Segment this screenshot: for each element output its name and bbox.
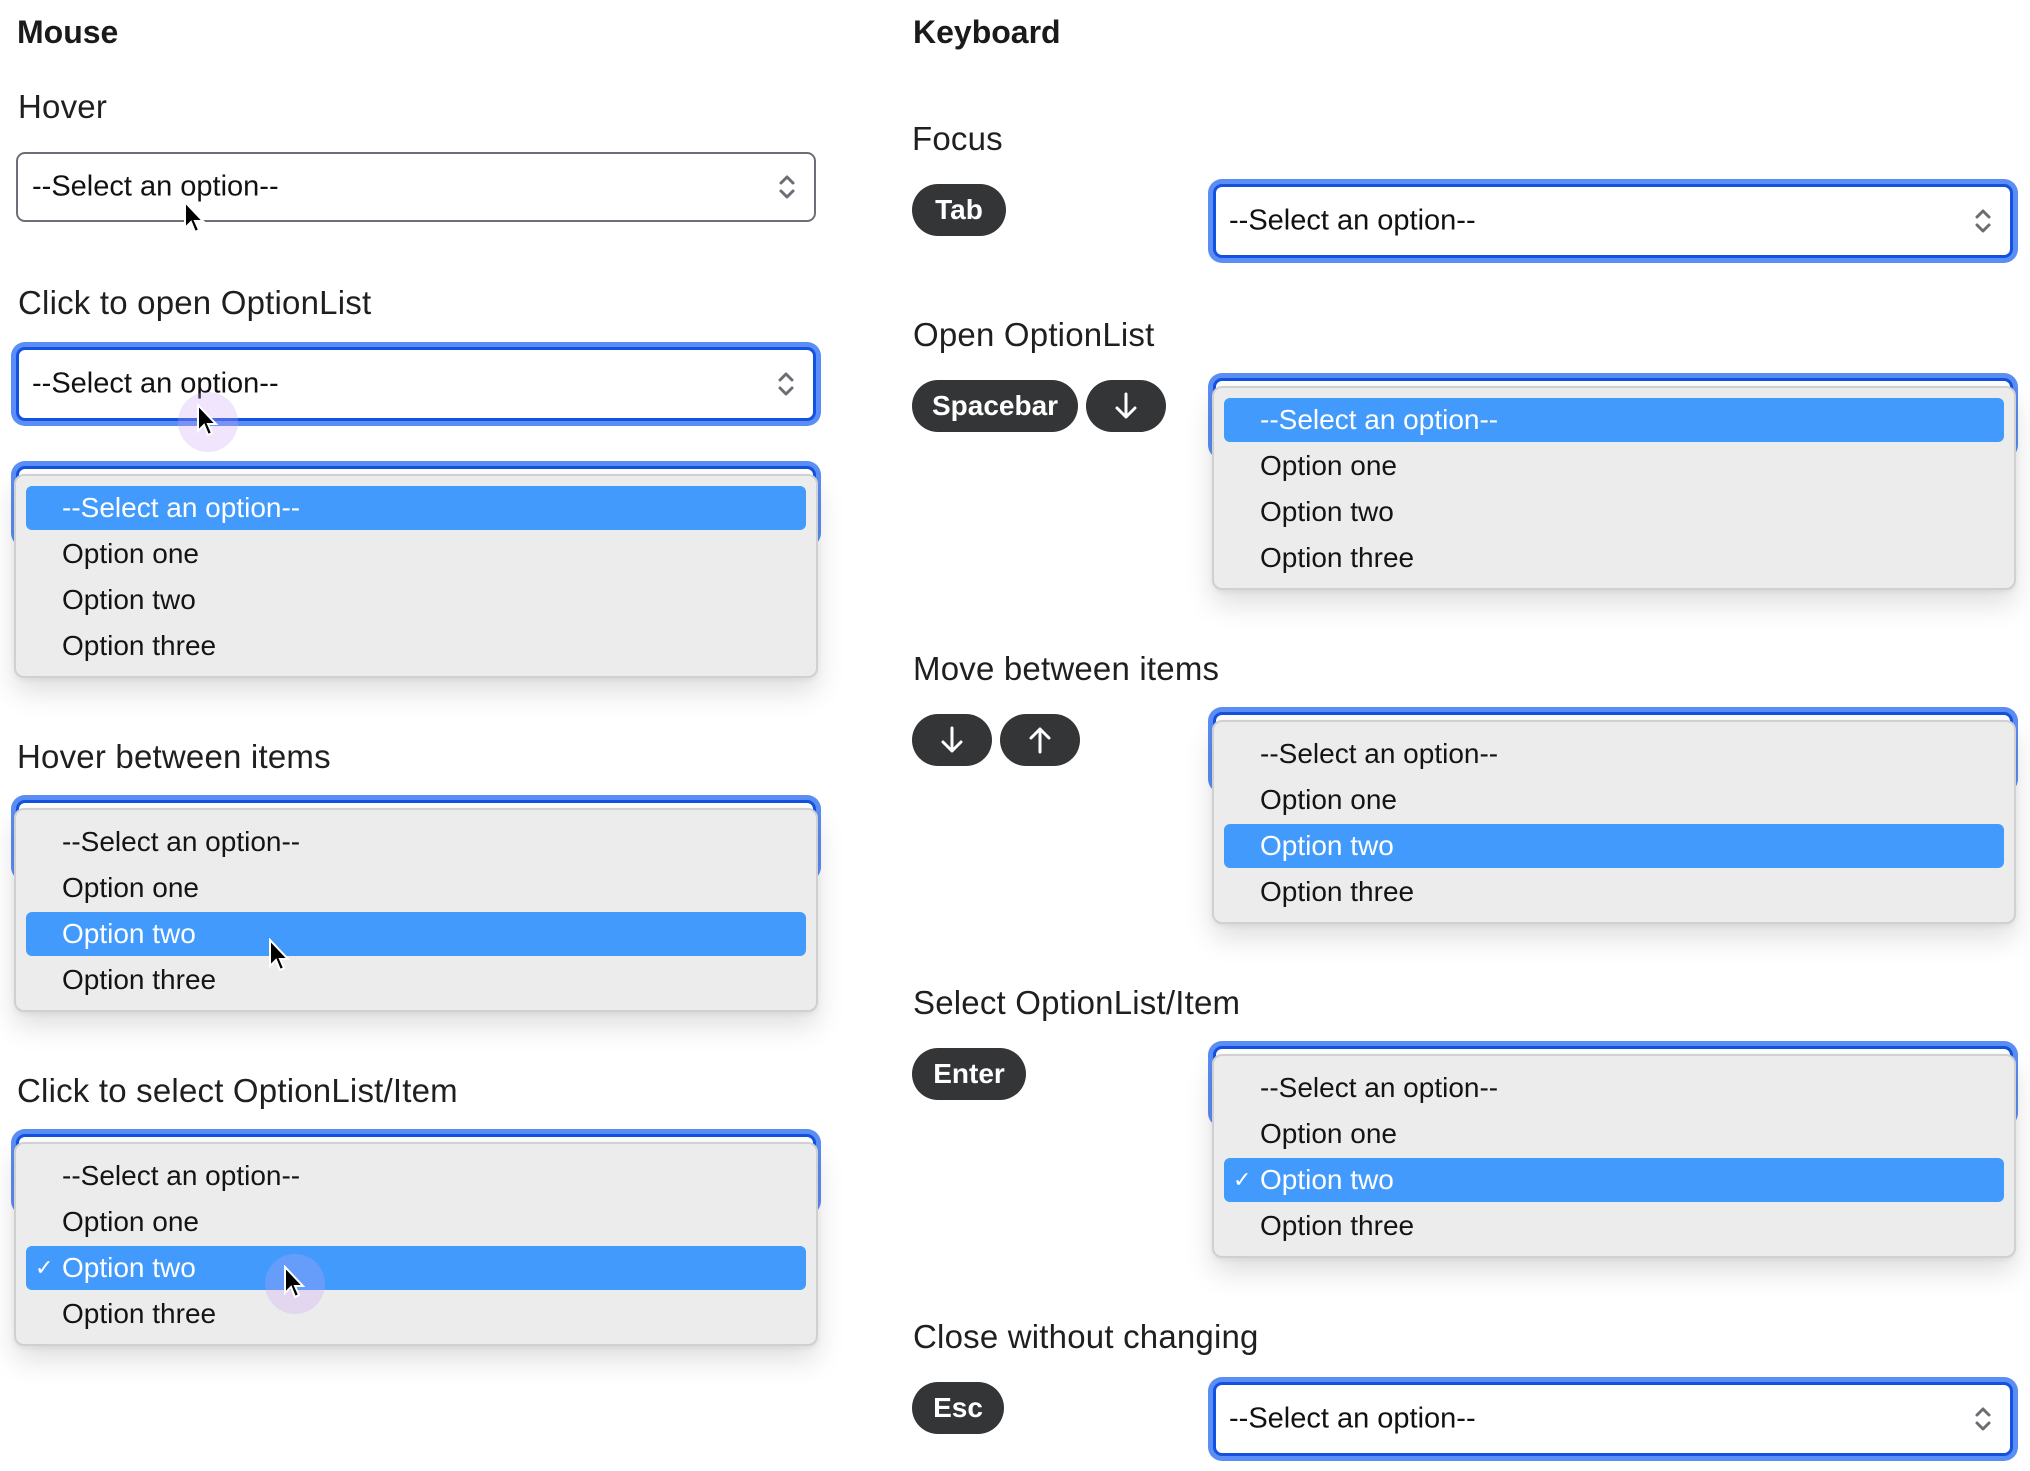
mouse-cursor-icon: [284, 1265, 306, 1299]
chevron-updown-icon: [1975, 209, 1991, 233]
option-label: Option two: [1260, 496, 1394, 527]
move-section-title: Move between items: [913, 650, 1220, 687]
key-arrow-up: [1000, 714, 1080, 766]
option-item[interactable]: --Select an option--: [1224, 732, 2004, 776]
option-label: Option three: [1260, 876, 1415, 907]
option-item[interactable]: --Select an option--: [26, 820, 806, 864]
mouse-column-title: Mouse: [17, 14, 119, 50]
key-enter: Enter: [912, 1048, 1026, 1100]
option-item[interactable]: Option one: [1224, 444, 2004, 488]
option-item[interactable]: Option three: [26, 1292, 806, 1336]
option-label: Option two: [1260, 830, 1394, 861]
option-list: --Select an option-- Option one Option two…: [14, 474, 818, 678]
open-section-title: Open OptionList: [913, 316, 1155, 353]
select-value: --Select an option--: [1229, 204, 1476, 237]
option-label: --Select an option--: [1260, 1072, 1499, 1103]
select-value: --Select an option--: [1229, 1402, 1476, 1435]
option-item[interactable]: Option two: [1224, 824, 2004, 868]
option-label: Option one: [62, 872, 199, 903]
option-label: Option one: [1260, 784, 1397, 815]
option-item[interactable]: Option two: [26, 912, 806, 956]
option-item[interactable]: Option three: [1224, 1204, 2004, 1248]
option-item[interactable]: --Select an option--: [1224, 398, 2004, 442]
option-label: Option two: [62, 1252, 196, 1283]
hover-section-title: Hover: [18, 88, 108, 125]
option-item[interactable]: Option three: [1224, 536, 2004, 580]
focus-section-title: Focus: [912, 120, 1003, 157]
option-list: --Select an option-- Option one ✓ Option tw…: [1212, 1054, 2016, 1258]
option-label: Option one: [1260, 450, 1397, 481]
mouse-cursor-icon: [269, 938, 291, 972]
option-item[interactable]: --Select an option--: [26, 486, 806, 530]
option-item[interactable]: Option two: [1224, 490, 2004, 534]
close-section-title: Close without changing: [913, 1318, 1259, 1355]
key-tab: Tab: [912, 184, 1006, 236]
select-value: --Select an option--: [32, 170, 279, 203]
arrow-down-icon: [941, 726, 963, 753]
option-item[interactable]: ✓ Option two: [1224, 1158, 2004, 1202]
key-spacebar: Spacebar: [912, 380, 1078, 432]
option-item[interactable]: Option two: [26, 578, 806, 622]
keyboard-column-title: Keyboard: [913, 14, 1061, 50]
option-item[interactable]: Option one: [26, 532, 806, 576]
click-select-section-title: Click to select OptionList/Item: [17, 1072, 458, 1109]
option-item[interactable]: ✓ Option two: [26, 1246, 806, 1290]
chevron-updown-icon: [1975, 1407, 1991, 1431]
click-open-section-title: Click to open OptionList: [18, 284, 372, 321]
select-value: --Select an option--: [32, 367, 279, 400]
option-label: Option one: [1260, 1118, 1397, 1149]
option-item[interactable]: Option one: [1224, 778, 2004, 822]
focus-select[interactable]: --Select an option--: [1213, 184, 2013, 258]
option-list: --Select an option-- Option one Option two…: [1212, 720, 2016, 924]
checkmark-icon: ✓: [35, 1255, 54, 1280]
option-list: --Select an option-- Option one ✓ Option tw…: [14, 1142, 818, 1346]
option-item[interactable]: Option one: [26, 1200, 806, 1244]
close-select[interactable]: --Select an option--: [1213, 1382, 2013, 1456]
option-list: --Select an option-- Option one Option two…: [14, 808, 818, 1012]
option-label: --Select an option--: [62, 492, 301, 523]
option-label: Option two: [62, 584, 196, 615]
option-label: Option three: [62, 630, 217, 661]
key-arrow-down: [1086, 380, 1166, 432]
select-section-title: Select OptionList/Item: [913, 984, 1241, 1021]
mouse-cursor-icon: [184, 200, 206, 234]
option-label: --Select an option--: [1260, 404, 1499, 435]
chevron-updown-icon: [779, 175, 795, 199]
hover-select[interactable]: --Select an option--: [16, 152, 816, 222]
option-list: --Select an option-- Option one Option two…: [1212, 386, 2016, 590]
option-item[interactable]: --Select an option--: [1224, 1066, 2004, 1110]
option-label: Option three: [1260, 1210, 1415, 1241]
option-item[interactable]: Option one: [26, 866, 806, 910]
checkmark-icon: ✓: [1233, 1167, 1252, 1192]
option-label: Option three: [62, 964, 217, 995]
option-label: --Select an option--: [1260, 738, 1499, 769]
option-label: --Select an option--: [62, 826, 301, 857]
option-item[interactable]: Option three: [26, 958, 806, 1002]
chevron-updown-icon: [778, 372, 794, 396]
option-item[interactable]: Option one: [1224, 1112, 2004, 1156]
option-item[interactable]: --Select an option--: [26, 1154, 806, 1198]
option-label: Option one: [62, 538, 199, 569]
option-label: Option three: [62, 1298, 217, 1329]
option-label: Option one: [62, 1206, 199, 1237]
hover-items-section-title: Hover between items: [17, 738, 331, 775]
mouse-cursor-icon: [197, 403, 219, 437]
key-esc: Esc: [912, 1382, 1004, 1434]
arrow-down-icon: [1115, 392, 1137, 419]
option-label: Option three: [1260, 542, 1415, 573]
click-open-select[interactable]: --Select an option--: [16, 347, 816, 421]
key-arrow-down: [912, 714, 992, 766]
option-label: Option two: [62, 918, 196, 949]
arrow-up-icon: [1029, 727, 1051, 754]
option-label: --Select an option--: [62, 1160, 301, 1191]
option-item[interactable]: Option three: [26, 624, 806, 668]
option-item[interactable]: Option three: [1224, 870, 2004, 914]
option-label: Option two: [1260, 1164, 1394, 1195]
